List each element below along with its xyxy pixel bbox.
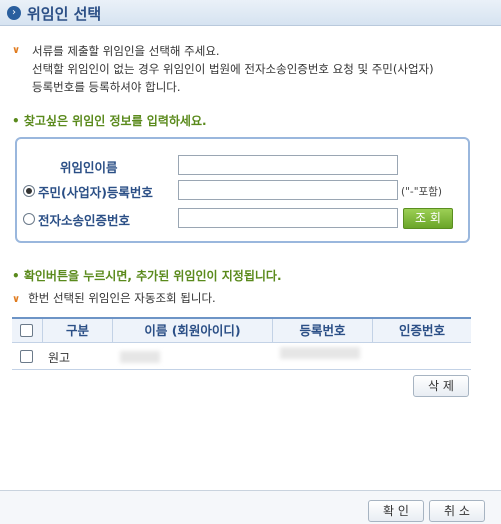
rrn-input[interactable]	[178, 180, 398, 200]
name-label: 위임인이름	[60, 160, 118, 175]
table-row[interactable]: 원고	[12, 343, 471, 370]
auto-notice: ∨ 한번 선택된 위임인은 자동조회 됩니다.	[12, 290, 216, 306]
redacted-name	[120, 351, 160, 363]
cert-radio[interactable]	[23, 213, 35, 225]
search-heading: • 찾고싶은 위임인 정보를 입력하세요.	[12, 114, 207, 128]
table-header: 구분 이름 (회원아이디) 등록번호 인증번호	[12, 319, 471, 343]
cert-label: 전자소송인증번호	[38, 213, 131, 228]
auto-notice-text: 한번 선택된 위임인은 자동조회 됩니다.	[28, 291, 216, 305]
intro-line-1: 서류를 제출할 위임인을 선택해 주세요.	[32, 44, 220, 58]
ok-button[interactable]: 확 인	[368, 500, 424, 522]
intro-line-2: 선택할 위임인이 없는 경우 위임인이 법원에 전자소송인증번호 요청 및 주민…	[32, 62, 434, 76]
cancel-button[interactable]: 취 소	[429, 500, 485, 522]
row-type: 원고	[48, 351, 71, 365]
column-header-certno: 인증번호	[372, 319, 471, 343]
column-header-name: 이름 (회원아이디)	[112, 319, 272, 343]
confirm-notice: • 확인버튼을 누르시면, 추가된 위임인이 지정됩니다.	[12, 269, 282, 283]
rrn-radio[interactable]	[23, 185, 35, 197]
delete-button[interactable]: 삭 제	[413, 375, 469, 397]
select-all-checkbox[interactable]	[20, 324, 33, 337]
row-checkbox[interactable]	[20, 350, 33, 363]
redacted-regno	[280, 347, 360, 359]
footer-bar: 확 인 취 소	[0, 490, 501, 524]
title-bar: › 위임인 선택	[0, 0, 501, 26]
cert-input[interactable]	[178, 208, 398, 228]
name-input[interactable]	[178, 155, 398, 175]
search-button[interactable]: 조 회	[403, 208, 453, 229]
intro-text: ∨ 서류를 제출할 위임인을 선택해 주세요. 선택할 위임인이 없는 경우 위…	[12, 42, 492, 96]
chevron-right-icon: ›	[7, 6, 21, 20]
column-header-type: 구분	[42, 319, 112, 343]
window-title: 위임인 선택	[27, 5, 102, 23]
rrn-hint: ("-"포함)	[401, 186, 442, 198]
column-header-regno: 등록번호	[272, 319, 372, 343]
chevron-down-icon: ∨	[12, 45, 21, 56]
intro-line-3: 등록번호를 등록하셔야 합니다.	[32, 80, 181, 94]
search-panel: 위임인이름 주민(사업자)등록번호 ("-"포함) 전자소송인증번호 조 회	[15, 137, 470, 243]
rrn-label: 주민(사업자)등록번호	[38, 185, 153, 200]
chevron-down-icon: ∨	[12, 294, 21, 305]
delegator-table: 구분 이름 (회원아이디) 등록번호 인증번호 원고	[12, 317, 471, 370]
